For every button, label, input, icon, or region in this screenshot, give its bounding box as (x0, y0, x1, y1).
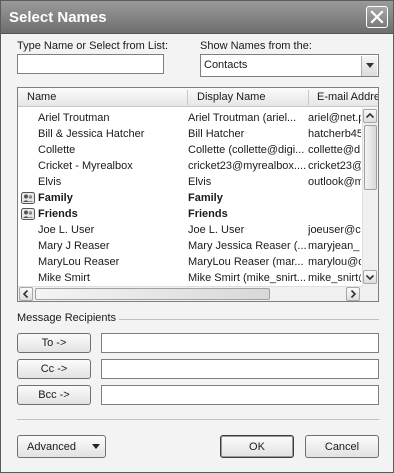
list-header: Name Display Name E-mail Addre (18, 88, 378, 107)
cancel-button-label: Cancel (324, 441, 360, 453)
contact-email: outlook@m (308, 176, 361, 188)
arrow-left-icon (22, 289, 29, 299)
list-item[interactable]: Joe L. User Joe L. User joeuser@c (18, 222, 361, 238)
group-name: Family (38, 192, 73, 204)
to-button-label: To -> (41, 337, 67, 349)
contact-name: Cricket - Myrealbox (38, 160, 133, 172)
advanced-button[interactable]: Advanced (17, 435, 106, 458)
title-bar[interactable]: Select Names (1, 1, 393, 34)
group-divider (119, 319, 379, 320)
contact-name: Ariel Troutman (38, 112, 110, 124)
address-book-value: Contacts (204, 59, 248, 71)
scrollbar-corner (362, 286, 378, 301)
to-button[interactable]: To -> (17, 333, 91, 353)
list-item[interactable]: Mary J Reaser Mary Jessica Reaser (... m… (18, 238, 361, 254)
footer-divider (17, 419, 379, 420)
column-header-name[interactable]: Name (27, 91, 177, 103)
contact-name: Bill & Jessica Hatcher (38, 128, 145, 140)
cc-button-label: Cc -> (40, 363, 68, 375)
distribution-list-icon (21, 208, 35, 220)
group-name: Friends (38, 208, 78, 220)
window-title: Select Names (9, 9, 107, 26)
contact-display-name: Mary Jessica Reaser (... (188, 240, 307, 252)
contact-email: collette@d (308, 144, 361, 156)
group-display-name: Family (188, 192, 223, 204)
address-book-select[interactable]: Contacts (200, 54, 379, 77)
column-divider[interactable] (308, 90, 309, 105)
list-item[interactable]: Ariel Troutman Ariel Troutman (ariel... … (18, 110, 361, 126)
contact-display-name: Mike Smirt (mike_snirt... (188, 272, 306, 284)
chevron-down-icon (366, 63, 374, 68)
column-divider[interactable] (187, 90, 188, 105)
cancel-button[interactable]: Cancel (305, 435, 379, 458)
horizontal-scroll-thumb[interactable] (35, 288, 270, 300)
contact-email: cricket23@ (308, 160, 361, 172)
ok-button-label: OK (249, 441, 265, 453)
list-item[interactable]: Cricket - Myrealbox cricket23@myrealbox.… (18, 158, 361, 174)
scroll-left-button[interactable] (19, 287, 33, 301)
contact-email: joeuser@c (308, 224, 361, 236)
contact-name: Elvis (38, 176, 62, 188)
contact-email: maryjean_ (308, 240, 360, 252)
chevron-down-icon (92, 444, 100, 449)
contact-name: Collette (38, 144, 76, 156)
contact-display-name: MaryLou Reaser (mar... (188, 256, 304, 268)
select-names-dialog: Select Names Type Name or Select from Li… (0, 0, 394, 473)
close-button[interactable] (366, 6, 388, 28)
list-item[interactable]: Bill & Jessica Hatcher Bill Hatcher hatc… (18, 126, 361, 142)
bcc-field[interactable] (101, 385, 379, 405)
cc-button[interactable]: Cc -> (17, 359, 91, 379)
ok-button[interactable]: OK (220, 435, 294, 458)
contact-display-name: Bill Hatcher (188, 128, 245, 140)
column-header-email[interactable]: E-mail Addre (317, 91, 378, 103)
bcc-button[interactable]: Bcc -> (17, 385, 91, 405)
contact-name: MaryLou Reaser (38, 256, 120, 268)
search-input[interactable] (17, 54, 164, 74)
contact-display-name: Joe L. User (188, 224, 245, 236)
group-display-name: Friends (188, 208, 228, 220)
list-item[interactable]: Friends Friends (18, 206, 361, 222)
scroll-right-button[interactable] (346, 287, 360, 301)
horizontal-scrollbar[interactable] (18, 286, 362, 301)
bcc-button-label: Bcc -> (38, 389, 70, 401)
distribution-list-icon (21, 192, 35, 204)
contact-email: mike_snirt@ (308, 272, 361, 284)
contact-display-name: Ariel Troutman (ariel... (188, 112, 297, 124)
list-item[interactable]: Collette Collette (collette@digi... coll… (18, 142, 361, 158)
show-names-label: Show Names from the: (200, 40, 312, 52)
vertical-scroll-thumb[interactable] (364, 125, 377, 190)
contact-display-name: Elvis (188, 176, 212, 188)
search-label: Type Name or Select from List: (17, 40, 168, 52)
to-field[interactable] (101, 333, 379, 353)
list-body: Ariel Troutman Ariel Troutman (ariel... … (18, 108, 361, 286)
address-list[interactable]: Name Display Name E-mail Addre Ariel Tro… (17, 87, 379, 302)
list-item[interactable]: Family Family (18, 190, 361, 206)
cc-field[interactable] (101, 359, 379, 379)
contact-email: hatcherb45 (308, 128, 361, 140)
arrow-right-icon (350, 289, 357, 299)
close-icon (370, 10, 384, 24)
vertical-scrollbar[interactable] (362, 108, 378, 286)
contact-display-name: Collette (collette@digi... (188, 144, 305, 156)
arrow-down-icon (365, 274, 375, 281)
contact-email: ariel@net.p (308, 112, 361, 124)
column-header-display-name[interactable]: Display Name (197, 91, 309, 103)
contact-display-name: cricket23@myrealbox.... (188, 160, 307, 172)
contact-name: Joe L. User (38, 224, 95, 236)
contact-name: Mike Smirt (38, 272, 90, 284)
list-item[interactable]: Elvis Elvis outlook@m (18, 174, 361, 190)
advanced-button-label: Advanced (27, 441, 76, 453)
list-item[interactable]: MaryLou Reaser MaryLou Reaser (mar... ma… (18, 254, 361, 270)
contact-email: marylou@d (308, 256, 361, 268)
list-item[interactable]: Mike Smirt Mike Smirt (mike_snirt... mik… (18, 270, 361, 286)
scroll-up-button[interactable] (363, 109, 377, 123)
dropdown-button[interactable] (361, 56, 377, 76)
contact-name: Mary J Reaser (38, 240, 110, 252)
arrow-up-icon (365, 112, 375, 119)
message-recipients-label: Message Recipients (17, 312, 117, 324)
scroll-down-button[interactable] (363, 270, 377, 284)
